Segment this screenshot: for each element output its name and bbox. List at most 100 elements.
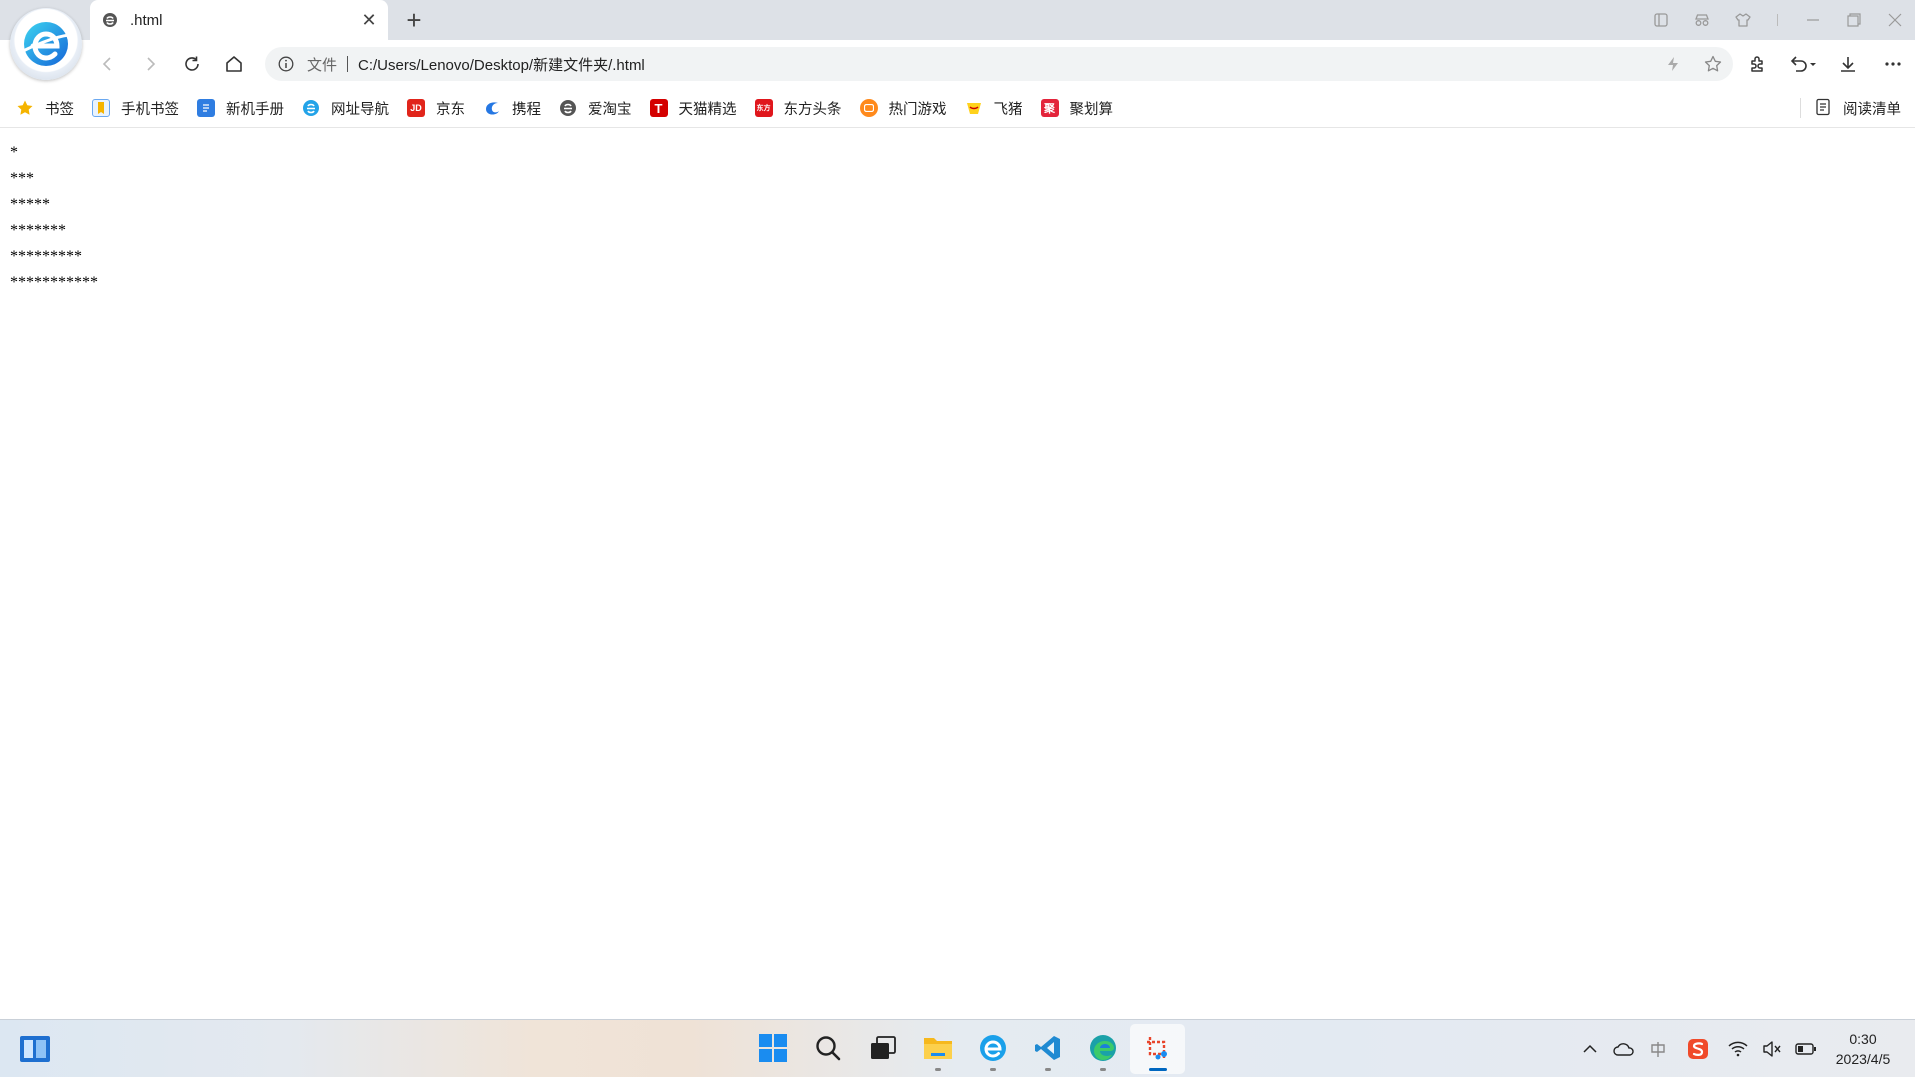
bookmark-item[interactable]: 书签 bbox=[16, 98, 74, 119]
forward-icon[interactable] bbox=[134, 48, 166, 80]
bookmark-item[interactable]: 飞猪 bbox=[965, 98, 1023, 119]
reload-icon[interactable] bbox=[176, 48, 208, 80]
bookmarks-bar: 书签 手机书签 新机手册 网址导航 JD 京东 携程 爱淘宝 T 天猫精选 东方… bbox=[0, 88, 1915, 128]
chevron-up-icon[interactable] bbox=[1573, 1034, 1607, 1064]
browser-e-icon bbox=[302, 99, 320, 117]
bookmark-label: 京东 bbox=[436, 101, 465, 118]
vscode-button[interactable] bbox=[1020, 1024, 1075, 1074]
more-menu-icon[interactable] bbox=[1870, 46, 1915, 82]
tab-title: .html bbox=[130, 11, 163, 29]
star-line: *** bbox=[10, 170, 34, 187]
download-icon[interactable] bbox=[1825, 46, 1870, 82]
bookmark-label: 新机手册 bbox=[226, 101, 284, 118]
dongfang-icon: 东方 bbox=[754, 99, 773, 117]
star-pattern: * *** ***** ******* ********* **********… bbox=[10, 140, 98, 296]
toolbar-right-actions bbox=[1735, 46, 1915, 82]
bookmark-item[interactable]: 新机手册 bbox=[197, 98, 284, 119]
close-window-icon[interactable] bbox=[1874, 0, 1915, 40]
star-line: * bbox=[10, 144, 18, 161]
sogou-icon[interactable] bbox=[1675, 1034, 1721, 1064]
bookmark-item[interactable]: 手机书签 bbox=[92, 98, 179, 119]
bookmark-label: 手机书签 bbox=[121, 101, 179, 118]
home-icon[interactable] bbox=[218, 48, 250, 80]
star-line: ******* bbox=[10, 222, 66, 239]
bookmark-label: 爱淘宝 bbox=[588, 101, 632, 118]
address-bar[interactable]: 文件 C:/Users/Lenovo/Desktop/新建文件夹/.html bbox=[265, 47, 1733, 81]
bookmark-item[interactable]: 聚 聚划算 bbox=[1040, 98, 1114, 119]
undo-icon[interactable] bbox=[1780, 46, 1825, 82]
phone-bookmark-icon bbox=[92, 99, 110, 117]
clock[interactable]: 0:30 2023/4/5 bbox=[1823, 1029, 1915, 1069]
battery-icon[interactable] bbox=[1789, 1034, 1823, 1064]
onedrive-icon[interactable] bbox=[1607, 1034, 1641, 1064]
reading-list-icon bbox=[1815, 98, 1831, 119]
back-icon[interactable] bbox=[92, 48, 124, 80]
restore-icon[interactable] bbox=[1833, 0, 1874, 40]
window-controls bbox=[1640, 0, 1915, 40]
bookmark-item[interactable]: JD 京东 bbox=[407, 98, 465, 119]
bookmark-item[interactable]: 网址导航 bbox=[302, 98, 389, 119]
bookmark-label: 飞猪 bbox=[993, 101, 1023, 118]
start-button[interactable] bbox=[745, 1024, 800, 1074]
bookmark-label: 网址导航 bbox=[331, 101, 389, 118]
browser-taskbar-button[interactable] bbox=[965, 1024, 1020, 1074]
edge-icon bbox=[1088, 1033, 1118, 1066]
extensions-icon[interactable] bbox=[1735, 46, 1780, 82]
bookmark-item[interactable]: 爱淘宝 bbox=[559, 98, 632, 119]
star-icon[interactable] bbox=[1693, 47, 1733, 81]
snipping-tool-button[interactable] bbox=[1130, 1024, 1185, 1074]
aitaobao-icon bbox=[559, 99, 577, 117]
incognito-icon[interactable] bbox=[1681, 0, 1722, 40]
volume-muted-icon[interactable] bbox=[1755, 1034, 1789, 1064]
bookmark-item[interactable]: T 天猫精选 bbox=[649, 98, 737, 119]
new-tab-button[interactable]: + bbox=[398, 4, 430, 36]
reading-list-button[interactable]: 阅读清单 bbox=[1800, 88, 1901, 128]
divider bbox=[1800, 98, 1801, 118]
running-indicator bbox=[1099, 1068, 1106, 1071]
skin-icon[interactable] bbox=[1722, 0, 1763, 40]
url-scheme-label: 文件 bbox=[307, 56, 338, 74]
bookmark-label: 聚划算 bbox=[1069, 101, 1114, 118]
snipping-tool-icon bbox=[1144, 1034, 1172, 1065]
divider bbox=[1777, 14, 1778, 26]
tab-active[interactable]: .html ✕ bbox=[90, 0, 388, 40]
clock-time: 0:30 bbox=[1849, 1031, 1877, 1047]
star-line: ********* bbox=[10, 248, 82, 265]
taskbar-apps bbox=[745, 1024, 1185, 1074]
bookmark-item[interactable]: 东方 东方头条 bbox=[754, 98, 842, 119]
running-indicator bbox=[1044, 1068, 1051, 1071]
running-indicator bbox=[1148, 1068, 1167, 1071]
widgets-icon[interactable] bbox=[18, 1034, 52, 1064]
wifi-icon[interactable] bbox=[1721, 1034, 1755, 1064]
taskbar: 0:30 2023/4/5 bbox=[0, 1019, 1915, 1077]
bookmark-item[interactable]: 携程 bbox=[483, 98, 541, 119]
bookmark-item[interactable]: 热门游戏 bbox=[859, 98, 947, 119]
file-explorer-button[interactable] bbox=[910, 1024, 965, 1074]
bookmark-label: 天猫精选 bbox=[678, 101, 737, 118]
bookmark-label: 书签 bbox=[45, 101, 74, 118]
running-indicator bbox=[989, 1068, 996, 1071]
edge-button[interactable] bbox=[1075, 1024, 1130, 1074]
url-text[interactable]: C:/Users/Lenovo/Desktop/新建文件夹/.html bbox=[358, 54, 1653, 75]
star-icon bbox=[16, 99, 34, 117]
task-view-icon bbox=[869, 1035, 897, 1064]
juhuasuan-icon: 聚 bbox=[1040, 99, 1059, 117]
bookmark-label: 携程 bbox=[512, 101, 541, 118]
search-button[interactable] bbox=[800, 1024, 855, 1074]
jd-icon: JD bbox=[407, 99, 425, 117]
navigation-toolbar: 文件 C:/Users/Lenovo/Desktop/新建文件夹/.html bbox=[0, 40, 1915, 88]
lightning-icon[interactable] bbox=[1653, 47, 1693, 81]
file-explorer-icon bbox=[923, 1035, 953, 1064]
input-method-icon[interactable] bbox=[1641, 1034, 1675, 1064]
info-icon[interactable] bbox=[277, 55, 295, 73]
close-icon[interactable]: ✕ bbox=[356, 7, 382, 33]
bookmark-label: 东方头条 bbox=[783, 101, 842, 118]
ctrip-icon bbox=[483, 99, 501, 117]
reading-list-label: 阅读清单 bbox=[1843, 101, 1901, 118]
browser-logo-icon[interactable] bbox=[10, 8, 82, 80]
browser-e-icon bbox=[102, 11, 120, 29]
task-view-button[interactable] bbox=[855, 1024, 910, 1074]
minimize-icon[interactable] bbox=[1792, 0, 1833, 40]
page-content: * *** ***** ******* ********* **********… bbox=[0, 129, 1915, 1019]
sidebar-icon[interactable] bbox=[1640, 0, 1681, 40]
